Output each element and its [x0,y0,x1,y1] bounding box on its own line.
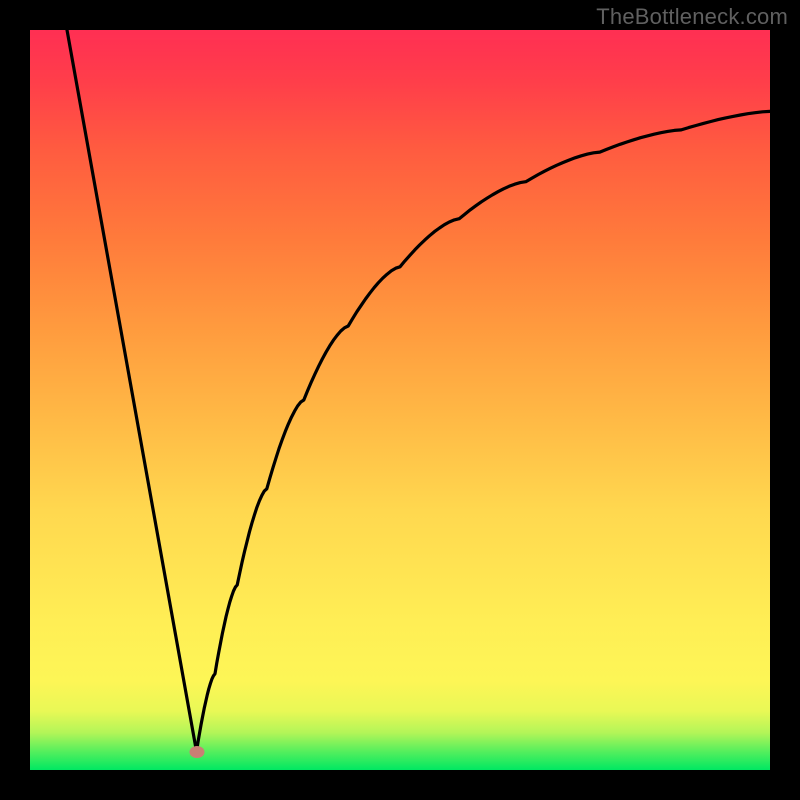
curve-svg [30,30,770,770]
min-point-marker [189,746,204,758]
chart-frame: TheBottleneck.com [0,0,800,800]
watermark-text: TheBottleneck.com [596,4,788,30]
plot-area [30,30,770,770]
curve-right-segment [197,111,771,751]
curve-left-segment [67,30,197,752]
